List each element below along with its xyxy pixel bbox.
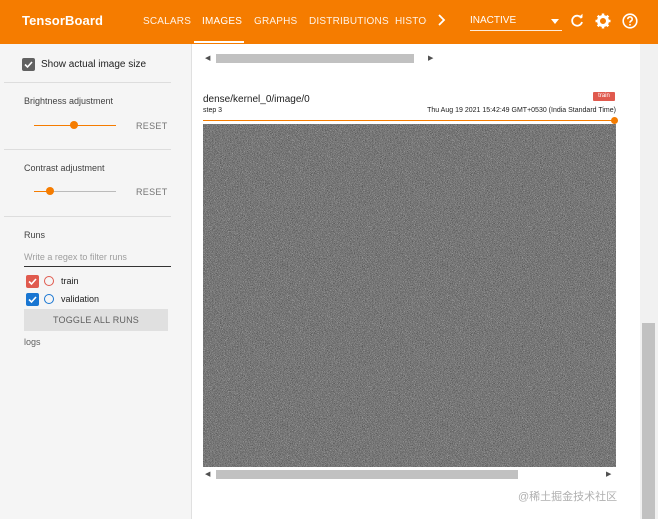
brightness-slider-fill bbox=[34, 125, 74, 126]
contrast-slider-track[interactable] bbox=[50, 191, 116, 192]
tab-images[interactable]: IMAGES bbox=[202, 16, 242, 27]
logdir-label: logs bbox=[24, 337, 41, 347]
run-color-circle bbox=[44, 294, 54, 304]
run-chip: train bbox=[593, 92, 615, 101]
divider bbox=[4, 82, 171, 83]
main-content: ◀ ▶ dense/kernel_0/image/0 train step 3 … bbox=[191, 44, 640, 519]
image-horizontal-scrollbar[interactable]: ◀ ▶ bbox=[202, 468, 617, 481]
page-vertical-scrollbar[interactable] bbox=[640, 44, 658, 519]
top-app-bar: TensorBoard SCALARS IMAGES GRAPHS DISTRI… bbox=[0, 0, 658, 44]
chevron-right-icon[interactable] bbox=[437, 12, 447, 31]
run-checkbox-validation[interactable] bbox=[26, 293, 39, 306]
show-actual-size-label: Show actual image size bbox=[41, 59, 147, 70]
toggle-all-runs-button[interactable]: TOGGLE ALL RUNS bbox=[24, 309, 168, 331]
inactive-dashboards-select[interactable]: INACTIVE bbox=[470, 13, 562, 31]
brightness-slider-knob[interactable] bbox=[70, 121, 78, 129]
scrollbar-thumb[interactable] bbox=[642, 323, 655, 519]
noise-image bbox=[203, 124, 616, 467]
brightness-slider-track[interactable] bbox=[74, 125, 116, 126]
active-tab-indicator bbox=[194, 41, 244, 43]
timestamp-label: Thu Aug 19 2021 15:42:49 GMT+0530 (India… bbox=[427, 107, 616, 114]
help-icon[interactable] bbox=[622, 13, 638, 29]
tab-overflow-clip: HISTOGRAMS bbox=[395, 0, 427, 44]
select-value: INACTIVE bbox=[470, 15, 517, 26]
sidebar: Show actual image size Brightness adjust… bbox=[4, 44, 191, 519]
brightness-reset-button[interactable]: RESET bbox=[136, 121, 168, 131]
gear-icon[interactable] bbox=[595, 13, 611, 29]
contrast-slider-knob[interactable] bbox=[46, 187, 54, 195]
scrollbar-thumb[interactable] bbox=[216, 54, 414, 63]
run-color-circle bbox=[44, 276, 54, 286]
tab-scalars[interactable]: SCALARS bbox=[143, 16, 191, 27]
watermark: @稀土掘金技术社区 bbox=[518, 491, 618, 503]
app-title: TensorBoard bbox=[22, 13, 104, 28]
scroll-right-icon[interactable]: ▶ bbox=[428, 54, 433, 62]
step-slider[interactable] bbox=[203, 120, 614, 121]
scroll-left-icon[interactable]: ◀ bbox=[205, 54, 210, 62]
step-slider-knob[interactable] bbox=[611, 117, 618, 124]
contrast-reset-button[interactable]: RESET bbox=[136, 187, 168, 197]
scroll-right-icon[interactable]: ▶ bbox=[606, 470, 611, 478]
tab-histograms[interactable]: HISTOGRAMS bbox=[395, 16, 427, 27]
show-actual-size-checkbox[interactable] bbox=[22, 58, 35, 71]
run-checkbox-train[interactable] bbox=[26, 275, 39, 288]
runs-title: Runs bbox=[24, 230, 46, 240]
brightness-title: Brightness adjustment bbox=[24, 96, 114, 106]
tab-distributions[interactable]: DISTRIBUTIONS bbox=[309, 16, 389, 27]
run-filter-input[interactable]: Write a regex to filter runs bbox=[24, 251, 171, 267]
tab-graphs[interactable]: GRAPHS bbox=[254, 16, 297, 27]
scroll-left-icon[interactable]: ◀ bbox=[205, 470, 210, 478]
divider bbox=[4, 216, 171, 217]
image-card-title: dense/kernel_0/image/0 bbox=[203, 94, 310, 105]
top-horizontal-scrollbar[interactable]: ◀ ▶ bbox=[202, 52, 437, 65]
image-display bbox=[203, 124, 616, 467]
contrast-title: Contrast adjustment bbox=[24, 163, 105, 173]
run-label: train bbox=[61, 276, 79, 286]
divider bbox=[4, 149, 171, 150]
refresh-icon[interactable] bbox=[569, 13, 585, 29]
scrollbar-thumb[interactable] bbox=[216, 470, 518, 479]
caret-down-icon bbox=[551, 19, 559, 24]
step-label: step 3 bbox=[203, 107, 223, 114]
run-label: validation bbox=[61, 294, 100, 304]
